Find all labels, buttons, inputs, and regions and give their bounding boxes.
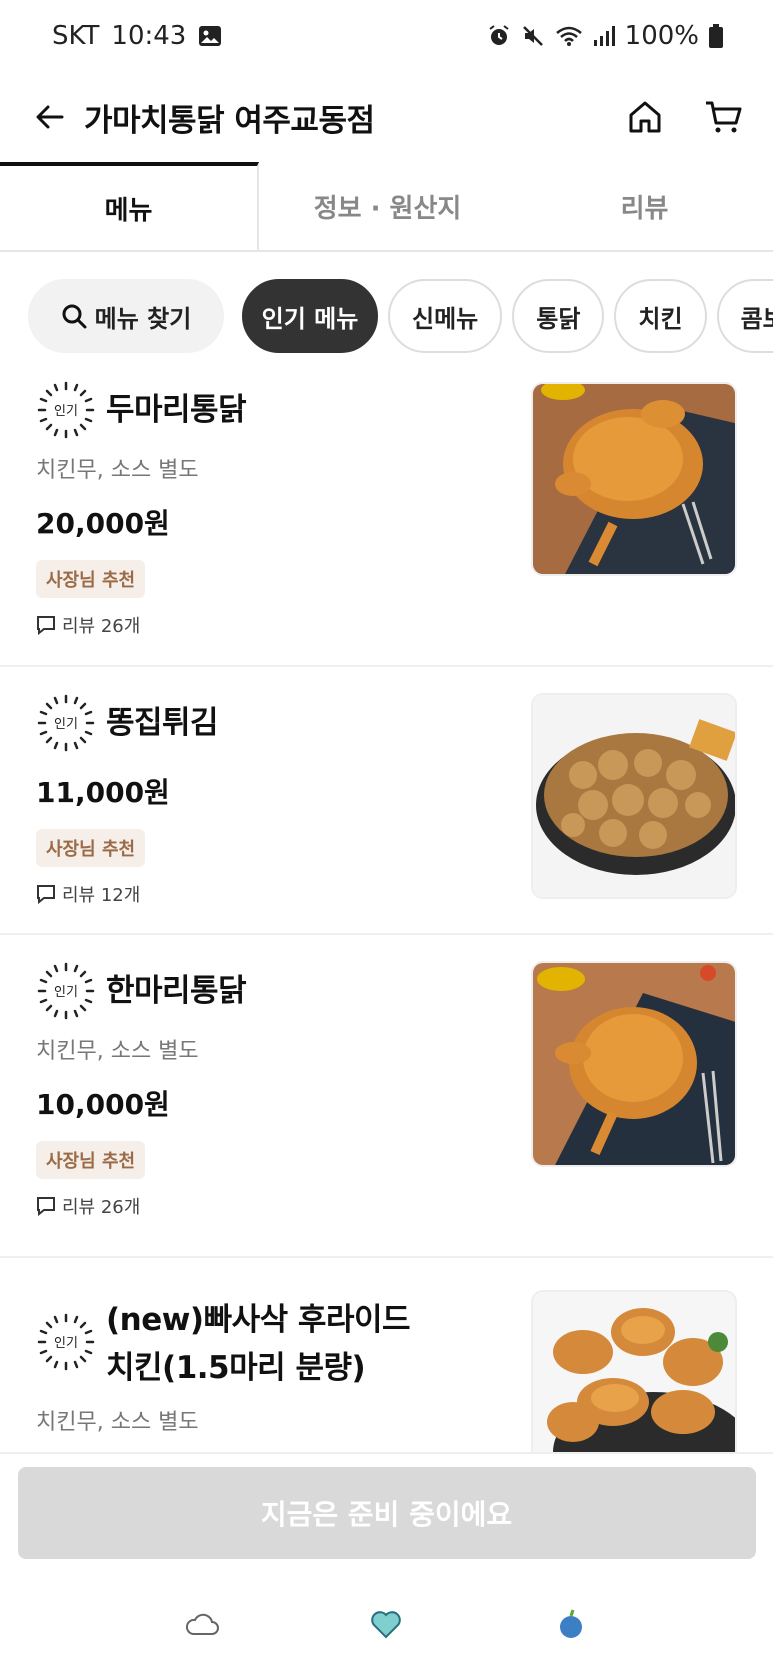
owner-recommend-badge: 사장님 추천 (36, 560, 146, 598)
menu-search-button[interactable]: 메뉴 찾기 (28, 279, 224, 353)
fruit-icon[interactable] (549, 1602, 593, 1646)
search-label: 메뉴 찾기 (94, 304, 192, 333)
home-icon[interactable] (625, 97, 665, 137)
menu-item[interactable]: 인기 똥집튀김 11,000원 사장님 추천 리뷰 12개 (0, 667, 773, 935)
review-count: 리뷰 26개 (36, 1193, 506, 1219)
chip-chicken[interactable]: 치킨 (614, 279, 707, 353)
cart-icon[interactable] (703, 97, 743, 137)
menu-price: 20,000원 (36, 507, 170, 540)
store-title: 가마치통닭 여주교동점 (84, 102, 375, 139)
chip-popular[interactable]: 인기 메뉴 (242, 279, 378, 353)
carrier: SKT (52, 21, 100, 51)
menu-name: 똥집튀김 (106, 705, 219, 741)
menu-photo (531, 693, 737, 899)
app-header: 가마치통닭 여주교동점 (0, 72, 773, 162)
owner-recommend-badge: 사장님 추천 (36, 829, 146, 867)
menu-list: 인기 두마리통닭 치킨무, 소스 별도 20,000원 사장님 추천 리뷰 26… (0, 380, 773, 1452)
menu-desc: 치킨무, 소스 별도 (36, 1410, 199, 1435)
comment-icon (37, 616, 55, 635)
gallery-icon (198, 25, 222, 47)
review-count: 리뷰 12개 (36, 881, 506, 907)
menu-item[interactable]: 인기 두마리통닭 치킨무, 소스 별도 20,000원 사장님 추천 리뷰 26… (0, 380, 773, 667)
order-bar: 지금은 준비 중이에요 (0, 1452, 773, 1572)
menu-item[interactable]: 인기 한마리통닭 치킨무, 소스 별도 10,000원 사장님 추천 리뷰 26… (0, 935, 773, 1258)
order-button[interactable]: 지금은 준비 중이에요 (17, 1467, 756, 1559)
menu-photo (531, 382, 737, 576)
menu-name: 한마리통닭 (106, 973, 247, 1009)
popular-badge-icon: 인기 (37, 381, 95, 439)
search-icon (62, 304, 87, 329)
menu-price: 10,000원 (36, 1088, 170, 1121)
menu-photo (531, 961, 737, 1167)
review-count: 리뷰 26개 (36, 612, 506, 638)
clock: 10:43 (111, 21, 187, 51)
popular-badge-icon: 인기 (37, 694, 95, 752)
back-arrow-icon[interactable] (30, 97, 70, 137)
menu-name: (new)빠사삭 후라이드 (106, 1302, 411, 1338)
category-chips: 메뉴 찾기 인기 메뉴 신메뉴 통닭 치킨 콤보 (0, 256, 773, 376)
bottom-nav (0, 1572, 773, 1675)
mute-icon (521, 24, 545, 48)
chip-whole-chicken[interactable]: 통닭 (512, 279, 605, 353)
review-count-label: 리뷰 26개 (62, 1197, 141, 1218)
status-bar: SKT 10:43 100% (0, 0, 773, 72)
comment-icon (37, 885, 55, 904)
heart-icon[interactable] (364, 1602, 408, 1646)
menu-item[interactable]: 인기 (new)빠사삭 후라이드 치킨(1.5마리 분량) 치킨무, 소스 별도 (0, 1258, 773, 1452)
tab-info[interactable]: 정보 · 원산지 (259, 162, 516, 250)
menu-name-line2: 치킨(1.5마리 분량) (106, 1350, 366, 1386)
battery-percent: 100% (624, 21, 699, 51)
chip-combo[interactable]: 콤보 (716, 279, 773, 353)
owner-recommend-badge: 사장님 추천 (36, 1141, 146, 1179)
comment-icon (37, 1197, 55, 1216)
menu-photo (531, 1290, 737, 1452)
signal-icon (593, 26, 615, 46)
tab-menu[interactable]: 메뉴 (0, 162, 259, 250)
popular-badge-icon: 인기 (37, 1313, 95, 1371)
svg-text:인기: 인기 (54, 985, 78, 1000)
svg-text:인기: 인기 (54, 717, 78, 732)
popular-badge-icon: 인기 (37, 962, 95, 1020)
cloud-icon[interactable] (180, 1602, 224, 1646)
svg-text:인기: 인기 (54, 404, 78, 419)
store-tabs: 메뉴 정보 · 원산지 리뷰 (0, 162, 773, 252)
svg-text:인기: 인기 (54, 1336, 78, 1351)
tab-reviews[interactable]: 리뷰 (516, 162, 773, 250)
menu-price: 11,000원 (36, 776, 170, 809)
menu-desc: 치킨무, 소스 별도 (36, 458, 199, 483)
review-count-label: 리뷰 26개 (62, 616, 141, 637)
menu-desc: 치킨무, 소스 별도 (36, 1039, 199, 1064)
alarm-icon (487, 24, 511, 48)
chip-new[interactable]: 신메뉴 (388, 279, 503, 353)
wifi-icon (555, 25, 583, 47)
battery-icon (709, 24, 723, 48)
review-count-label: 리뷰 12개 (62, 885, 141, 906)
menu-name: 두마리통닭 (106, 392, 247, 428)
